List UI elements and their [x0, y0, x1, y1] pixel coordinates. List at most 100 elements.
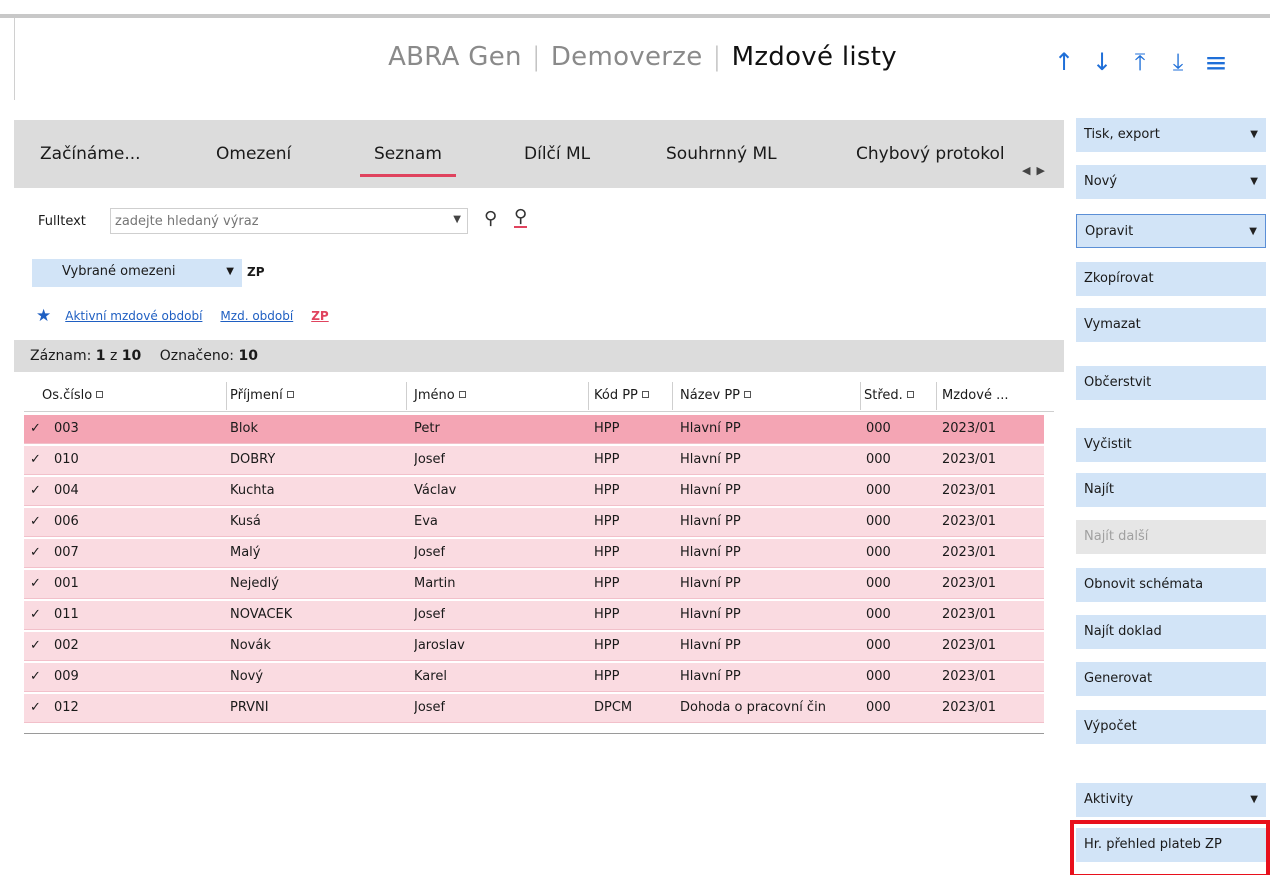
action-label: Najít doklad — [1084, 624, 1162, 639]
search-icon[interactable]: ⚲ — [484, 208, 497, 229]
table-row[interactable]: ✓ 002 Novák Jaroslav HPP Hlavní PP 000 2023/01 — [24, 632, 1044, 661]
cell-obdobi: 2023/01 — [942, 483, 997, 498]
record-total: 10 — [121, 348, 142, 364]
action-button-7[interactable]: Najít — [1076, 473, 1266, 507]
cell-stred: 000 — [866, 483, 891, 498]
action-button-4[interactable]: Vymazat — [1076, 308, 1266, 342]
checkmark-icon: ✓ — [30, 452, 41, 467]
action-button-12[interactable]: Výpočet — [1076, 710, 1266, 744]
filter-square-icon[interactable] — [906, 391, 914, 398]
table-row[interactable]: ✓ 004 Kuchta Václav HPP Hlavní PP 000 2023/01 — [24, 477, 1044, 506]
tab-dilci-ml[interactable]: Dílčí ML — [524, 144, 590, 164]
cell-stred: 000 — [866, 421, 891, 436]
action-button-2[interactable]: Opravit ▼ — [1076, 214, 1266, 248]
action-label: Vymazat — [1084, 317, 1141, 332]
column-prijmeni[interactable]: Příjmení — [230, 388, 294, 403]
cell-kod: HPP — [594, 514, 620, 529]
action-label: Občerstvit — [1084, 375, 1152, 390]
cell-obdobi: 2023/01 — [942, 452, 997, 467]
action-button-8: Najít další — [1076, 520, 1266, 554]
grid-header: Os.číslo Příjmení Jméno Kód PP Název PP … — [24, 380, 1054, 412]
cell-jmeno: Karel — [414, 669, 447, 684]
title-bar: ABRA Gen | Demoverze | Mzdové listy ↑ ↓ ⤒ ⤓ … — [14, 18, 1270, 100]
records-grid: Os.číslo Příjmení Jméno Kód PP Název PP … — [24, 372, 1064, 875]
filter-square-icon[interactable] — [286, 391, 294, 398]
tab-chybovy-protokol[interactable]: Chybový protokol — [856, 144, 1005, 164]
record-navigation: ↑ ↓ ⤒ ⤓ ≡ — [1045, 46, 1235, 79]
cell-kod: HPP — [594, 638, 620, 653]
tab-seznam[interactable]: Seznam — [360, 144, 456, 177]
tab-zaciname[interactable]: Začínáme... — [40, 144, 141, 164]
filter-square-icon[interactable] — [744, 391, 752, 398]
action-button-0[interactable]: Tisk, export ▼ — [1076, 118, 1266, 152]
action-button-5[interactable]: Občerstvit — [1076, 366, 1266, 400]
tab-scroll-arrows[interactable]: ◀▶ — [1022, 164, 1051, 177]
cell-nazev: Hlavní PP — [680, 452, 741, 467]
cell-kod: HPP — [594, 421, 620, 436]
checkmark-icon: ✓ — [30, 700, 41, 715]
arrow-down-icon[interactable]: ↓ — [1083, 48, 1121, 76]
cell-jmeno: Martin — [414, 576, 456, 591]
action-label: Najít — [1084, 482, 1115, 497]
cell-prijmeni: NOVÁČEK — [230, 607, 293, 622]
action-button-9[interactable]: Obnovit schémata — [1076, 568, 1266, 602]
omezeni-dropdown[interactable]: Vybrané omezeni ▼ — [32, 259, 242, 287]
tab-omezeni[interactable]: Omezení — [216, 144, 291, 164]
cell-kod: HPP — [594, 669, 620, 684]
table-row[interactable]: ✓ 012 PRVNÍ Josef DPČM Dohoda o pracovní čin 0… — [24, 694, 1044, 723]
record-status-bar: Záznam: 1 z 10 Označeno: 10 — [14, 340, 1064, 372]
cell-jmeno: Josef — [414, 700, 446, 715]
module-name: Mzdové listy — [731, 42, 897, 72]
fulltext-search-box[interactable]: ▼ — [110, 208, 468, 234]
chevron-down-icon[interactable]: ▼ — [453, 214, 461, 225]
filter-square-icon[interactable] — [641, 391, 649, 398]
column-kod-pp[interactable]: Kód PP — [594, 388, 649, 403]
column-nazev-pp[interactable]: Název PP — [680, 388, 752, 403]
action-button-1[interactable]: Nový ▼ — [1076, 165, 1266, 199]
hamburger-menu-icon[interactable]: ≡ — [1197, 46, 1235, 79]
arrow-up-icon[interactable]: ↑ — [1045, 48, 1083, 76]
filter-square-icon[interactable] — [458, 391, 466, 398]
table-row[interactable]: ✓ 007 Malý Josef HPP Hlavní PP 000 2023/01 — [24, 539, 1044, 568]
table-row[interactable]: ✓ 003 Blok Petr HPP Hlavní PP 000 2023/01 — [24, 415, 1044, 444]
cell-jmeno: Petr — [414, 421, 440, 436]
table-row[interactable]: ✓ 009 Nový Karel HPP Hlavní PP 000 2023/01 — [24, 663, 1044, 692]
column-mzdove-obdobi[interactable]: Mzdové ... — [942, 388, 1008, 403]
table-row[interactable]: ✓ 010 DOBRÝ Josef HPP Hlavní PP 000 2023/01 — [24, 446, 1044, 475]
link-mzd-obdobi[interactable]: Mzd. období — [220, 309, 293, 323]
advanced-search-icon[interactable]: ⚲ — [514, 208, 528, 228]
cell-nazev: Hlavní PP — [680, 514, 741, 529]
cell-nazev: Hlavní PP — [680, 545, 741, 560]
action-button-13[interactable]: Aktivity ▼ — [1076, 783, 1266, 817]
chevron-down-icon: ▼ — [1249, 226, 1257, 237]
checkmark-icon: ✓ — [30, 483, 41, 498]
checkmark-icon: ✓ — [30, 576, 41, 591]
arrow-to-top-icon[interactable]: ⤒ — [1121, 48, 1159, 76]
cell-os: 011 — [54, 607, 79, 622]
column-jmeno[interactable]: Jméno — [414, 388, 466, 403]
table-row[interactable]: ✓ 001 Nejedlý Martin HPP Hlavní PP 000 2023/01 — [24, 570, 1044, 599]
arrow-to-bottom-icon[interactable]: ⤓ — [1159, 48, 1197, 76]
cell-nazev: Hlavní PP — [680, 638, 741, 653]
cell-os: 007 — [54, 545, 79, 560]
cell-prijmeni: DOBRÝ — [230, 452, 276, 467]
action-button-3[interactable]: Zkopírovat — [1076, 262, 1266, 296]
action-label: Najít další — [1084, 529, 1149, 544]
search-input[interactable] — [111, 209, 441, 233]
action-button-10[interactable]: Najít doklad — [1076, 615, 1266, 649]
link-zp[interactable]: ZP — [311, 309, 329, 323]
column-os-cislo[interactable]: Os.číslo — [42, 388, 104, 403]
table-row[interactable]: ✓ 006 Kusá Eva HPP Hlavní PP 000 2023/01 — [24, 508, 1044, 537]
column-stred[interactable]: Střed. — [864, 388, 914, 403]
company-name: Demoverze — [550, 42, 703, 72]
cell-kod: HPP — [594, 452, 620, 467]
link-aktivni-obdobi[interactable]: Aktivní mzdové období — [65, 309, 202, 323]
tab-souhrnny-ml[interactable]: Souhrnný ML — [666, 144, 777, 164]
star-icon[interactable]: ★ — [36, 306, 51, 326]
cell-obdobi: 2023/01 — [942, 638, 997, 653]
action-button-11[interactable]: Generovat — [1076, 662, 1266, 696]
filter-square-icon[interactable] — [96, 391, 104, 398]
action-button-6[interactable]: Vyčistit — [1076, 428, 1266, 462]
filter-links: ★ Aktivní mzdové období Mzd. období ZP — [36, 306, 347, 326]
table-row[interactable]: ✓ 011 NOVÁČEK Josef HPP Hlavní PP 000 2023/01 — [24, 601, 1044, 630]
